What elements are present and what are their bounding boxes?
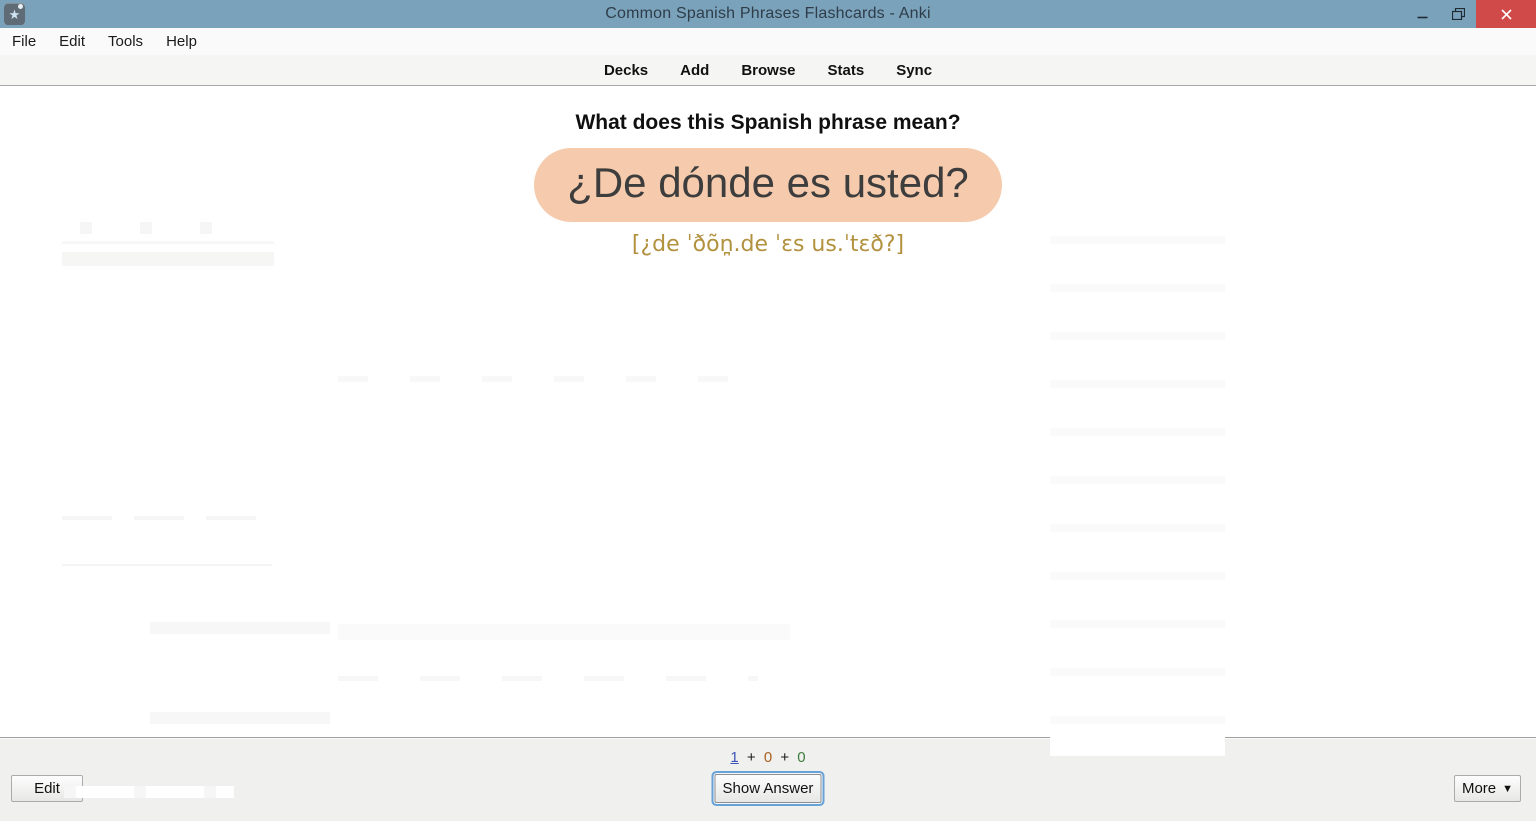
plus-separator: + [746,749,756,766]
nav-decks[interactable]: Decks [604,62,648,79]
anki-app-icon: ★ [4,3,25,25]
menu-bar: File Edit Tools Help [0,28,1536,55]
restore-button[interactable] [1440,0,1476,28]
learning-count: 0 [763,749,773,766]
window-title: Common Spanish Phrases Flashcards - Anki [605,5,931,22]
minimize-icon [1417,16,1427,18]
menu-file[interactable]: File [12,33,36,50]
nav-add[interactable]: Add [680,62,709,79]
plus-separator: + [780,749,790,766]
review-count: 0 [797,749,806,766]
menu-tools[interactable]: Tools [108,33,143,50]
edit-button[interactable]: Edit [11,775,83,802]
card-question: What does this Spanish phrase mean? [575,111,961,134]
card-area: What does this Spanish phrase mean? ¿De … [0,86,1536,798]
phrase-highlight: ¿De dónde es usted? [534,148,1002,222]
dropdown-arrow-icon: ▼ [1502,782,1514,795]
nav-sync[interactable]: Sync [896,62,932,79]
due-counts: 1 + 0 + 0 [0,749,1536,766]
window-controls [1404,0,1536,28]
menu-edit[interactable]: Edit [59,33,85,50]
close-button[interactable] [1476,0,1536,28]
minimize-button[interactable] [1404,0,1440,28]
star-icon: ★ [8,7,21,22]
restore-icon [1451,8,1465,20]
more-button-label: More [1461,780,1497,797]
new-count: 1 [730,749,739,766]
menu-help[interactable]: Help [166,33,197,50]
show-answer-button[interactable]: Show Answer [714,774,822,803]
bottom-bar: 1 + 0 + 0 Edit Show Answer More ▼ [0,737,1536,821]
nav-stats[interactable]: Stats [828,62,865,79]
app-icon-dot [18,4,23,9]
close-icon [1500,8,1512,20]
spanish-phrase: ¿De dónde es usted? [567,159,969,206]
nav-browse[interactable]: Browse [741,62,795,79]
nav-bar: Decks Add Browse Stats Sync [0,55,1536,86]
title-bar: ★ Common Spanish Phrases Flashcards - An… [0,0,1536,28]
more-button[interactable]: More ▼ [1454,775,1521,802]
phonetic-transcription: [¿de ˈðõn̪.de ˈɛs us.ˈtɛð?] [631,232,905,257]
